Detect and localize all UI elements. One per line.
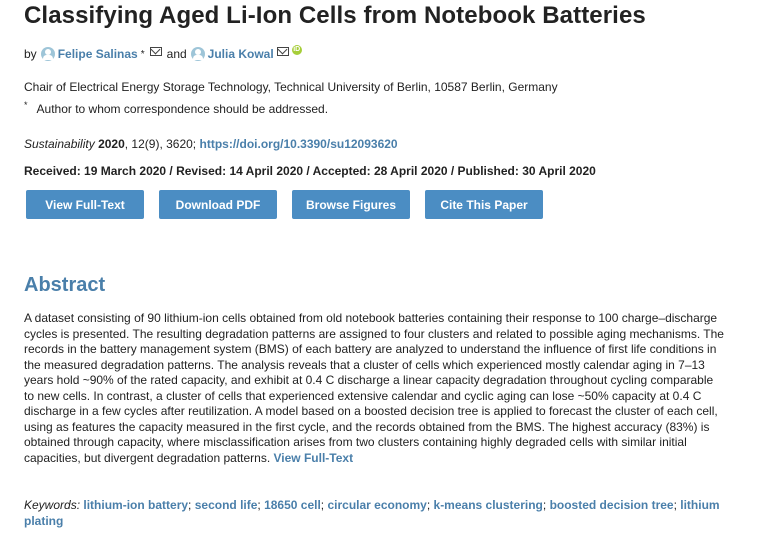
keyword-link[interactable]: boosted decision tree: [550, 498, 674, 512]
keyword-link[interactable]: lithium-ion battery: [83, 498, 188, 512]
action-buttons: View Full-Text Download PDF Browse Figur…: [26, 190, 543, 219]
correspondence-text: Author to whom correspondence should be …: [36, 102, 329, 116]
journal-name: Sustainability: [24, 137, 95, 151]
keyword-link[interactable]: k-means clustering: [434, 498, 543, 512]
abstract-body: A dataset consisting of 90 lithium-ion c…: [24, 311, 724, 466]
publication-dates: Received: 19 March 2020 / Revised: 14 Ap…: [24, 164, 596, 178]
browse-figures-button[interactable]: Browse Figures: [292, 190, 410, 219]
orcid-icon[interactable]: iD: [291, 45, 302, 55]
view-full-text-link[interactable]: View Full-Text: [274, 451, 354, 465]
journal-year: 2020: [98, 137, 125, 151]
correspondence-marker: *: [24, 100, 28, 110]
email-icon[interactable]: [149, 46, 162, 56]
affiliation: Chair of Electrical Energy Storage Techn…: [24, 80, 558, 94]
abstract-heading: Abstract: [24, 274, 106, 296]
author-link-kowal[interactable]: Julia Kowal: [208, 47, 274, 61]
view-full-text-button[interactable]: View Full-Text: [26, 190, 144, 219]
article-title: Classifying Aged Li-Ion Cells from Noteb…: [24, 2, 646, 29]
author-avatar-icon: [190, 47, 205, 61]
keywords: Keywords: lithium-ion battery; second li…: [24, 498, 720, 528]
doi-link[interactable]: https://doi.org/10.3390/su12093620: [200, 137, 398, 151]
abstract-text: A dataset consisting of 90 lithium-ion c…: [24, 311, 724, 465]
download-pdf-button[interactable]: Download PDF: [159, 190, 277, 219]
author-line: by Felipe Salinas * and Julia Kowal iD: [24, 45, 302, 61]
cite-paper-button[interactable]: Cite This Paper: [425, 190, 543, 219]
keyword-link[interactable]: second life: [195, 498, 258, 512]
email-icon[interactable]: [276, 46, 289, 56]
keywords-label: Keywords:: [24, 498, 81, 512]
and-label: and: [166, 47, 187, 61]
author-link-salinas[interactable]: Felipe Salinas: [58, 47, 138, 61]
correspondence-note: * Author to whom correspondence should be…: [24, 100, 328, 116]
keyword-link[interactable]: circular economy: [327, 498, 426, 512]
volume-issue: , 12(9), 3620;: [124, 137, 197, 151]
by-label: by: [24, 47, 37, 61]
keyword-link[interactable]: 18650 cell: [264, 498, 321, 512]
corresponding-marker: *: [140, 48, 145, 60]
author-avatar-icon: [40, 47, 55, 61]
citation-line: Sustainability 2020, 12(9), 3620; https:…: [24, 137, 398, 151]
